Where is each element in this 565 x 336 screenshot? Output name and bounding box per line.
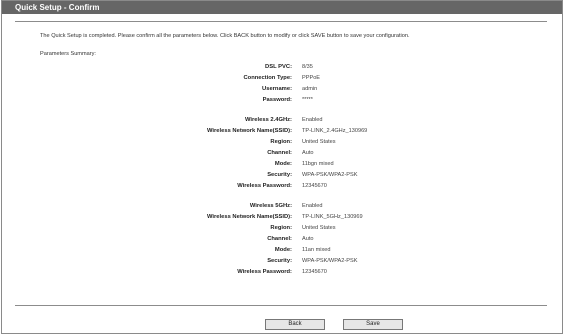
row-label: Password: <box>262 97 292 103</box>
summary-row: Region: United States <box>2 223 562 233</box>
row-label: Region: <box>270 225 292 231</box>
row-label: Wireless Password: <box>237 183 292 189</box>
top-divider <box>15 21 547 22</box>
row-value: 11an mixed <box>302 247 331 253</box>
summary-row: Mode: 11an mixed <box>2 245 562 255</box>
row-value: Auto <box>302 150 314 156</box>
row-label: Wireless Network Name(SSID): <box>207 214 292 220</box>
summary-row: Wireless Password: 12345670 <box>2 267 562 277</box>
summary-row: Region: United States <box>2 137 562 147</box>
row-label: Wireless 5GHz: <box>249 203 292 209</box>
summary-row: Password: ***** <box>2 95 562 105</box>
row-label: Mode: <box>274 161 292 167</box>
summary-row: DSL PVC: 8/35 <box>2 62 562 72</box>
row-value: ***** <box>302 97 313 103</box>
summary-row: Connection Type: PPPoE <box>2 73 562 83</box>
row-label: Channel: <box>267 236 292 242</box>
row-label: Security: <box>267 172 292 178</box>
row-label: Channel: <box>267 150 292 156</box>
row-label: Wireless Network Name(SSID): <box>207 128 292 134</box>
row-label: Mode: <box>274 247 292 253</box>
row-label: Connection Type: <box>243 75 292 81</box>
summary-row: Wireless 5GHz: Enabled <box>2 201 562 211</box>
row-label: Security: <box>267 258 292 264</box>
row-value: TP-LINK_5GHz_130969 <box>302 214 363 220</box>
summary-row: Security: WPA-PSK/WPA2-PSK <box>2 256 562 266</box>
row-value: TP-LINK_2.4GHz_130969 <box>302 128 368 134</box>
confirm-panel: Quick Setup - Confirm The Quick Setup is… <box>1 0 563 334</box>
summary-row: Channel: Auto <box>2 148 562 158</box>
row-label: DSL PVC: <box>265 64 292 70</box>
summary-row: Wireless Password: 12345670 <box>2 181 562 191</box>
row-value: United States <box>302 139 336 145</box>
row-value: Enabled <box>302 117 323 123</box>
row-value: 12345670 <box>302 183 327 189</box>
row-value: PPPoE <box>302 75 321 81</box>
summary-row: Wireless Network Name(SSID): TP-LINK_2.4G… <box>2 126 562 136</box>
row-value: United States <box>302 225 336 231</box>
row-value: WPA-PSK/WPA2-PSK <box>302 258 358 264</box>
row-label: Username: <box>262 86 292 92</box>
summary-row: Username: admin <box>2 84 562 94</box>
row-value: Enabled <box>302 203 323 209</box>
row-value: 11bgn mixed <box>302 161 334 167</box>
save-button[interactable]: Save <box>343 319 403 330</box>
row-value: 12345670 <box>302 269 327 275</box>
row-value: Auto <box>302 236 314 242</box>
summary-row: Mode: 11bgn mixed <box>2 159 562 169</box>
row-label: Wireless Password: <box>237 269 292 275</box>
row-label: Wireless 2.4GHz: <box>245 117 292 123</box>
page-title: Quick Setup - Confirm <box>15 3 100 12</box>
bottom-divider <box>15 305 547 306</box>
row-label: Region: <box>270 139 292 145</box>
row-value: WPA-PSK/WPA2-PSK <box>302 172 358 178</box>
summary-row: Channel: Auto <box>2 234 562 244</box>
summary-row: Security: WPA-PSK/WPA2-PSK <box>2 170 562 180</box>
row-value: admin <box>302 86 318 92</box>
row-value: 8/35 <box>302 64 313 70</box>
summary-row: Wireless 2.4GHz: Enabled <box>2 115 562 125</box>
summary-label: Parameters Summary: <box>40 51 96 57</box>
intro-text: The Quick Setup is completed. Please con… <box>40 33 410 39</box>
back-button[interactable]: Back <box>265 319 325 330</box>
title-bar: Quick Setup - Confirm <box>2 1 562 14</box>
summary-row: Wireless Network Name(SSID): TP-LINK_5GHz… <box>2 212 562 222</box>
